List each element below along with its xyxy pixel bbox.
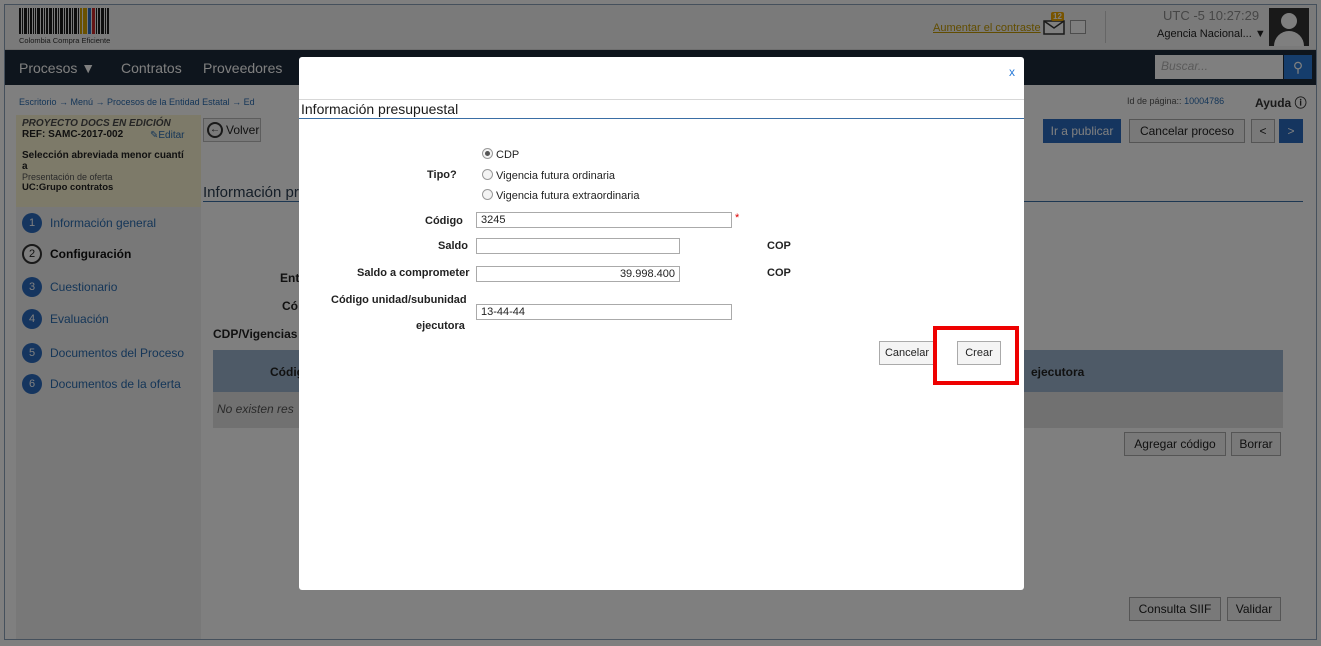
budget-info-modal: x Información presupuestal CDP Tipo? Vig…: [299, 57, 1024, 590]
highlight-box: [933, 326, 1019, 385]
unidad-input[interactable]: [476, 304, 732, 320]
unidad-label-line2: ejecutora: [416, 320, 465, 332]
tipo-radio-cdp[interactable]: [482, 148, 493, 159]
tipo-radio-extraordinaria[interactable]: [482, 189, 493, 200]
saldo-comprometer-currency: COP: [767, 267, 791, 279]
saldo-comprometer-input[interactable]: [476, 266, 680, 282]
required-mark: *: [735, 212, 740, 224]
tipo-label: Tipo?: [427, 169, 457, 181]
codigo-input[interactable]: [476, 212, 732, 228]
cancel-button[interactable]: Cancelar: [879, 341, 935, 365]
saldo-input[interactable]: [476, 238, 680, 254]
tipo-radio-ordinaria[interactable]: [482, 169, 493, 180]
modal-top-divider: [299, 99, 1024, 100]
modal-title-divider: [299, 118, 1024, 119]
saldo-currency: COP: [767, 240, 791, 252]
modal-title: Información presupuestal: [301, 101, 459, 117]
tipo-option-ordinaria[interactable]: Vigencia futura ordinaria: [496, 170, 615, 182]
unidad-label: Código unidad/subunidad: [331, 294, 467, 306]
codigo-label: Código: [425, 215, 463, 227]
tipo-option-cdp[interactable]: CDP: [496, 149, 519, 161]
tipo-option-extraordinaria[interactable]: Vigencia futura extraordinaria: [496, 190, 640, 202]
close-icon[interactable]: x: [1009, 65, 1015, 79]
saldo-comprometer-label: Saldo a comprometer: [357, 267, 470, 279]
saldo-label: Saldo: [438, 240, 468, 252]
